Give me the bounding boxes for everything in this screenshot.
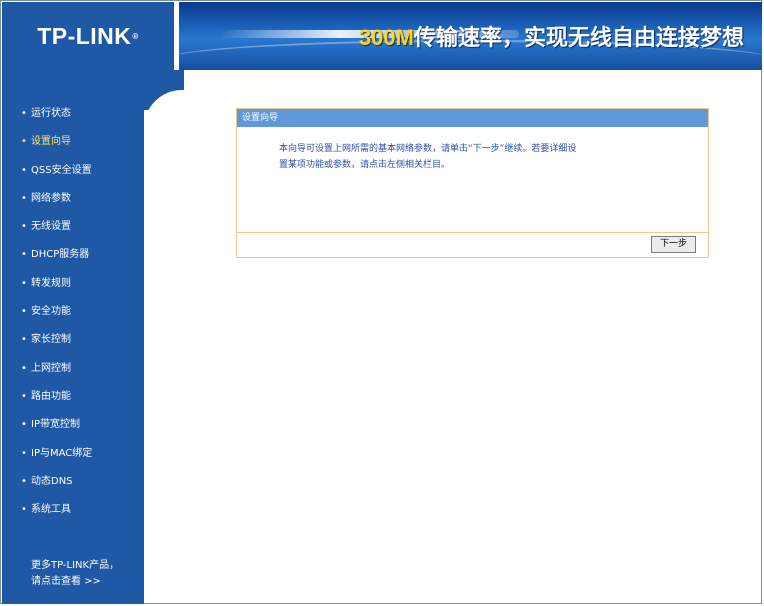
sidebar-item-label: 网络参数 — [31, 192, 71, 204]
bullet-icon: • — [21, 192, 27, 204]
next-button[interactable]: 下一步 — [651, 236, 696, 253]
sidebar-item-label: DHCP服务器 — [31, 249, 90, 261]
panel-footer: 下一步 — [237, 232, 708, 257]
router-admin-window: TP-LINK ® 300M传输速率，实现无线自由连接梦想 • 运行状态 • 设置向导… — [0, 0, 762, 604]
panel-title: 设置向导 — [237, 109, 708, 127]
sidebar-item-ddns[interactable]: • 动态DNS — [21, 473, 92, 501]
sidebar-item-routing[interactable]: • 路由功能 — [21, 388, 92, 416]
bullet-icon: • — [21, 334, 27, 346]
description-line2: 置某项功能或参数，请点击左侧相关栏目。 — [279, 160, 451, 170]
setup-wizard-panel: 设置向导 本向导可设置上网所需的基本网络参数，请单击“下一步”继续。若要详细设 … — [236, 108, 709, 258]
bullet-icon: • — [21, 221, 27, 233]
sidebar-item-label: 安全功能 — [31, 306, 71, 318]
bullet-icon: • — [21, 447, 27, 459]
sidebar-item-label: QSS安全设置 — [31, 164, 92, 176]
sidebar-item-security[interactable]: • 安全功能 — [21, 303, 92, 331]
sidebar-item-system-tools[interactable]: • 系统工具 — [21, 501, 92, 529]
sidebar-rounded-corner — [144, 70, 184, 110]
sidebar-menu: • 运行状态 • 设置向导 • QSS安全设置 • 网络参数 • 无线设置 • DHCP服务… — [21, 105, 92, 529]
bullet-icon: • — [21, 306, 27, 318]
sidebar-item-setup-wizard[interactable]: • 设置向导 — [21, 133, 92, 161]
panel-description: 本向导可设置上网所需的基本网络参数，请单击“下一步”继续。若要详细设 置某项功能… — [237, 127, 708, 221]
bullet-icon: • — [21, 390, 27, 402]
sidebar-item-qss[interactable]: • QSS安全设置 — [21, 162, 92, 190]
bullet-icon: • — [21, 362, 27, 374]
sidebar-item-label: IP带宽控制 — [31, 419, 80, 431]
slogan-text: 传输速率，实现无线自由连接梦想 — [413, 26, 744, 51]
sidebar-item-dhcp[interactable]: • DHCP服务器 — [21, 246, 92, 274]
header-banner: 300M传输速率，实现无线自由连接梦想 — [179, 2, 762, 70]
sidebar-item-parental-control[interactable]: • 家长控制 — [21, 331, 92, 359]
sidebar-item-access-control[interactable]: • 上网控制 — [21, 360, 92, 388]
bullet-icon: • — [21, 136, 27, 148]
description-line1: 本向导可设置上网所需的基本网络参数，请单击“下一步”继续。若要详细设 — [279, 144, 577, 154]
more-products-link[interactable]: 更多TP-LINK产品， 请点击查看 >> — [31, 558, 119, 590]
sidebar-item-wireless[interactable]: • 无线设置 — [21, 218, 92, 246]
registered-mark: ® — [132, 31, 139, 41]
sidebar-item-label: 系统工具 — [31, 504, 71, 516]
sidebar-item-label: 上网控制 — [31, 362, 71, 374]
bullet-icon: • — [21, 108, 27, 119]
bullet-icon: • — [21, 249, 27, 261]
bullet-icon: • — [21, 164, 27, 176]
tp-link-logo: TP-LINK ® — [2, 2, 174, 70]
sidebar-item-forwarding[interactable]: • 转发规则 — [21, 275, 92, 303]
sidebar-item-label: 设置向导 — [31, 136, 71, 148]
more-products-line2: 请点击查看 >> — [31, 576, 101, 587]
banner-slogan: 300M传输速率，实现无线自由连接梦想 — [359, 20, 744, 52]
bullet-icon: • — [21, 277, 27, 289]
sidebar-item-network[interactable]: • 网络参数 — [21, 190, 92, 218]
sidebar-item-label: 转发规则 — [31, 277, 71, 289]
bullet-icon: • — [21, 419, 27, 431]
slogan-highlight: 300M — [358, 25, 414, 50]
sidebar-item-ip-mac-binding[interactable]: • IP与MAC绑定 — [21, 445, 92, 473]
sidebar-item-label: IP与MAC绑定 — [31, 447, 93, 459]
more-products-line1: 更多TP-LINK产品， — [31, 560, 120, 571]
bullet-icon: • — [21, 475, 27, 487]
sidebar-item-label: 路由功能 — [31, 390, 71, 402]
sidebar-item-label: 动态DNS — [31, 475, 73, 487]
sidebar-item-label: 运行状态 — [31, 108, 71, 119]
bullet-icon: • — [21, 504, 27, 516]
sidebar-item-label: 无线设置 — [31, 221, 71, 233]
sidebar-item-bandwidth[interactable]: • IP带宽控制 — [21, 416, 92, 444]
logo-text: TP-LINK — [37, 22, 132, 49]
sidebar-item-status[interactable]: • 运行状态 — [21, 105, 92, 133]
sidebar-item-label: 家长控制 — [31, 334, 71, 346]
